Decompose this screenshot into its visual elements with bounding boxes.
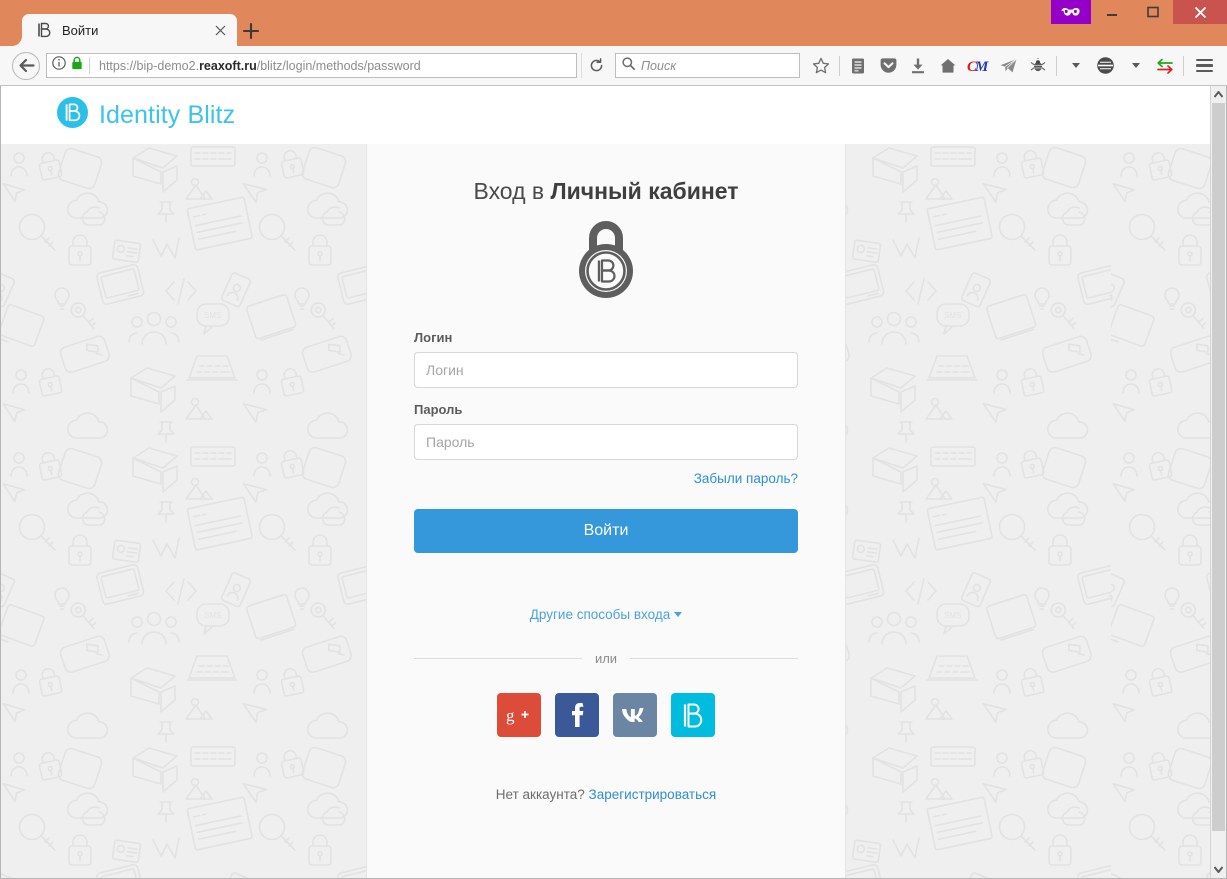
signup-link[interactable]: Зарегистрироваться [589,787,717,802]
social-login-google-plus[interactable]: g [497,693,541,737]
page-title: Вход в Личный кабинет [391,178,821,205]
padlock-illustration [391,217,821,306]
hamburger-menu-icon[interactable] [1189,52,1219,80]
private-browsing-mask-icon[interactable] [1051,0,1091,24]
svg-text:M: M [974,59,989,75]
url-text[interactable]: https://bip-demo2.reaxoft.ru/blitz/login… [90,59,576,73]
navigation-toolbar: https://bip-demo2.reaxoft.ru/blitz/login… [0,46,1227,86]
scroll-up-arrow-icon[interactable] [1211,86,1226,103]
forgot-password-link[interactable]: Забыли пароль? [694,471,798,486]
login-input[interactable] [414,352,798,388]
account-dropdown-caret[interactable] [1120,52,1150,80]
toolbar-divider [839,55,840,76]
toolbar-divider-3 [1183,55,1184,76]
web-page: Identity Blitz Вход в Личный кабинет Лог… [1,86,1210,878]
url-path: /blitz/login/methods/password [256,58,421,73]
site-header: Identity Blitz [1,86,1210,144]
or-divider-label: или [594,651,618,666]
search-icon [622,56,635,75]
signup-row: Нет аккаунта? Зарегистрироваться [414,787,798,832]
url-bar[interactable]: https://bip-demo2.reaxoft.ru/blitz/login… [46,53,577,78]
other-methods-row: Другие способы входа [414,606,798,624]
identity-blitz-padlock-icon [575,217,637,306]
addon-dropdown-caret[interactable] [1060,52,1090,80]
browser-window: Войти https://bip-demo2.reaxoft.ru/blitz… [0,0,1227,879]
window-controls [1051,0,1227,24]
submit-button[interactable]: Войти [414,509,798,553]
password-field-label: Пароль [414,402,463,417]
pocket-icon[interactable] [873,52,903,80]
tab-title: Войти [62,22,99,38]
brand-name: Identity Blitz [99,100,236,129]
identity-blitz-logo-icon [57,97,88,133]
or-divider: или [414,651,798,666]
maximize-button[interactable] [1132,0,1173,24]
scroll-down-arrow-icon[interactable] [1211,861,1226,878]
page-scrollbar[interactable] [1210,86,1226,878]
cm-addon-icon[interactable]: C M [963,52,993,80]
bookmark-star-icon[interactable] [806,52,836,80]
forgot-password-row: Забыли пароль? [414,470,798,488]
scrollbar-thumb[interactable] [1212,103,1225,831]
login-field-label: Логин [414,330,453,345]
scrollbar-track[interactable] [1211,103,1226,861]
new-tab-button[interactable] [240,20,262,42]
url-domain: reaxoft.ru [199,58,257,73]
close-window-button[interactable] [1173,0,1227,24]
social-login-facebook[interactable] [555,693,599,737]
page-background: SMS [1,144,1210,878]
url-prefix: https://bip-demo2. [99,58,200,73]
title-bar: Войти [0,0,1227,46]
back-arrow-icon[interactable] [12,51,40,80]
close-icon[interactable] [212,22,229,39]
other-login-methods-link[interactable]: Другие способы входа [530,607,683,622]
secure-lock-icon[interactable] [71,56,83,75]
signup-prompt: Нет аккаунта? [495,787,585,802]
identity-blitz-icon [36,22,53,39]
bug-addon-icon[interactable] [1023,52,1053,80]
page-viewport: Identity Blitz Вход в Личный кабинет Лог… [0,86,1227,879]
site-info-icon[interactable] [52,56,66,75]
reader-list-icon[interactable] [843,52,873,80]
svg-text:g: g [506,706,515,725]
search-placeholder: Поиск [641,58,677,73]
password-input[interactable] [414,424,798,460]
sync-arrows-icon[interactable] [1150,52,1180,80]
other-login-methods-label: Другие способы входа [529,607,671,622]
page-title-regular: Вход в [473,178,551,204]
browser-tab[interactable]: Войти [22,14,237,46]
reload-icon[interactable] [581,53,611,78]
minimize-button[interactable] [1091,0,1132,24]
account-icon[interactable] [1090,52,1120,80]
social-login-identity-blitz[interactable] [671,693,715,737]
social-login-buttons: g [414,693,798,737]
downloads-icon[interactable] [903,52,933,80]
page-title-bold: Личный кабинет [550,178,739,204]
login-form: Логин Пароль Забыли пароль? Войти Другие… [391,330,821,832]
brand-logo[interactable]: Identity Blitz [57,97,235,133]
social-login-vkontakte[interactable] [613,693,657,737]
home-icon[interactable] [933,52,963,80]
chevron-down-icon [674,612,683,617]
login-card: Вход в Личный кабинет Логин Логин Пароль… [366,144,846,878]
search-input[interactable]: Поиск [615,53,800,78]
url-identity-box[interactable] [47,56,89,75]
toolbar-divider-2 [1056,55,1057,76]
telegram-icon[interactable] [993,52,1023,80]
